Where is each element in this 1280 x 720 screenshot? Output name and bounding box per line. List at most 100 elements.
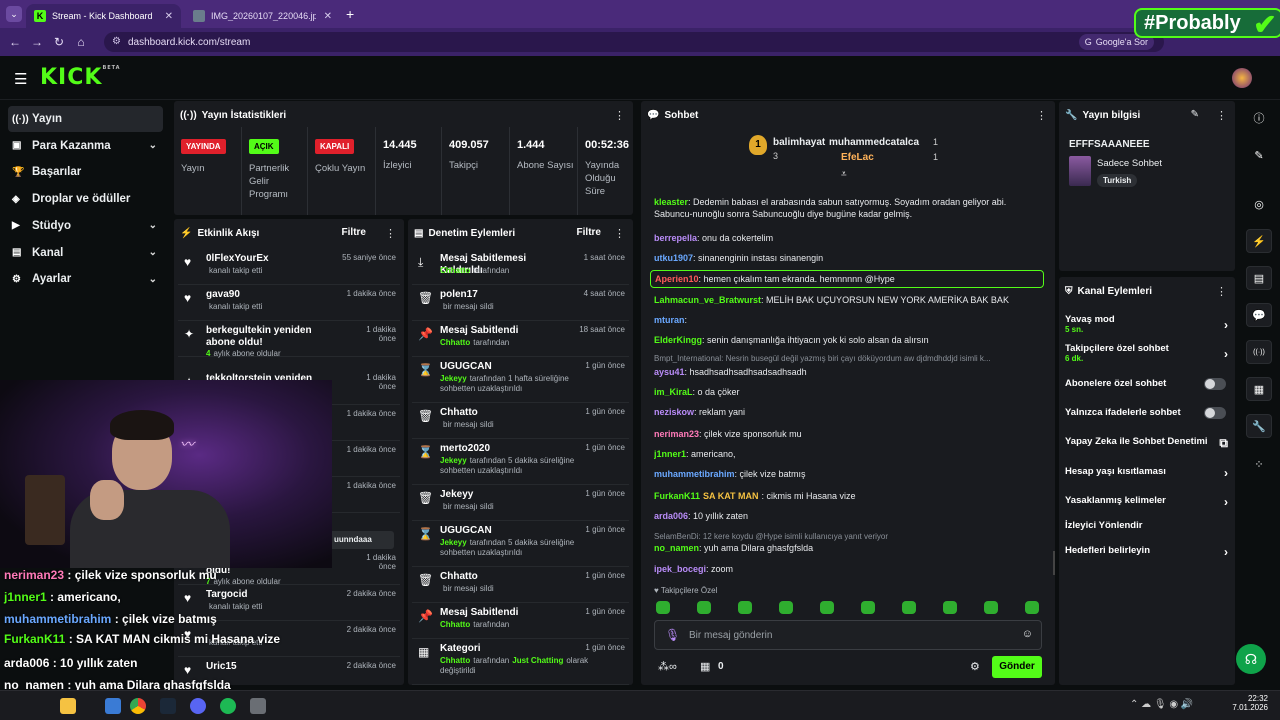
bolt-icon[interactable]: ⚡ xyxy=(1246,229,1272,253)
settings-icon[interactable] xyxy=(250,698,266,714)
reload-icon[interactable]: ↻ xyxy=(48,35,70,49)
moderator-name[interactable]: Chhatto xyxy=(440,656,470,665)
channel-action[interactable]: Yapay Zeka ile Sohbet Denetimi ⧉ xyxy=(1065,436,1230,450)
top-gifter-name[interactable]: balimhayat xyxy=(773,137,825,148)
info-icon[interactable]: ⓘ xyxy=(1246,106,1272,130)
microphone-icon[interactable]: 🎙 xyxy=(665,628,680,642)
chat-message[interactable]: FurkanK11 SA KAT MAN: cikmis mi Hasana vi… xyxy=(654,490,1046,502)
filter-button[interactable]: Filtre xyxy=(577,227,601,238)
chevron-right-icon[interactable]: › xyxy=(1224,495,1228,509)
chat-message[interactable]: ElderKingg: senin danışmanlığa ihtiyacın… xyxy=(654,334,1046,346)
emote-icon[interactable] xyxy=(779,601,793,614)
chat-username[interactable]: ElderKingg xyxy=(654,335,702,345)
url-field[interactable]: ⚙ dashboard.kick.com/stream G Google'a So… xyxy=(104,32,1164,52)
tab-kick-dashboard[interactable]: K Stream - Kick Dashboard ✕ xyxy=(26,4,181,28)
edit-icon[interactable]: ✎ xyxy=(1191,109,1199,120)
steam-icon[interactable] xyxy=(160,698,176,714)
expand-icon[interactable]: ⩡ xyxy=(841,169,847,180)
chat-username[interactable]: Lahmacun_ve_Bratwurst xyxy=(654,295,761,305)
channel-action[interactable]: Abonelere özel sohbet xyxy=(1065,378,1230,390)
back-icon[interactable]: ← xyxy=(4,35,26,49)
chat-input[interactable]: 🎙 Bir mesaj gönderin ☺ xyxy=(654,620,1042,650)
chat-username[interactable]: arda006 xyxy=(654,511,688,521)
emote-icon[interactable] xyxy=(1025,601,1039,614)
avatar[interactable] xyxy=(1232,68,1252,88)
chat-message[interactable]: muhammetibrahim: çilek vize batmış xyxy=(654,468,1046,480)
chat-message[interactable]: ipek_bocegi: zoom xyxy=(654,563,1046,575)
kick-logo[interactable]: KICKBETA xyxy=(40,65,121,90)
chat-message[interactable]: neziskow: reklam yani xyxy=(654,406,1046,418)
channel-action[interactable]: Hesap yaşı kısıtlaması › xyxy=(1065,466,1230,480)
close-tab-icon[interactable]: ✕ xyxy=(165,11,173,22)
chevron-right-icon[interactable]: › xyxy=(1224,466,1228,480)
chat-icon[interactable]: 💬 xyxy=(1246,303,1272,327)
emote-icon[interactable] xyxy=(984,601,998,614)
chevron-right-icon[interactable]: › xyxy=(1224,318,1228,332)
send-button[interactable]: Gönder xyxy=(992,656,1042,678)
document-icon[interactable]: ▤ xyxy=(1246,266,1272,290)
folder-icon[interactable] xyxy=(60,698,76,714)
activity-item[interactable]: ✦ berkegultekin yeniden abone oldu! 4 aylık… xyxy=(178,321,400,358)
site-info-icon[interactable]: ⚙ xyxy=(112,36,121,47)
moderation-item[interactable]: 🗑 Chhatto bir mesajı sildi 1 gün önce xyxy=(412,567,629,603)
chevron-right-icon[interactable]: › xyxy=(1224,347,1228,361)
chat-username[interactable]: aysu41 xyxy=(654,367,685,377)
moderation-item[interactable]: ⌛ UGUGCAN Jekeyy tarafından 1 hafta süreliğ… xyxy=(412,357,629,403)
chat-username[interactable]: muhammetibrahim xyxy=(654,469,735,479)
chat-username[interactable]: kleaster xyxy=(654,197,688,207)
tray-icons[interactable]: ⌃ ☁ 🎙 ◉ 🔊 xyxy=(1130,699,1193,710)
moderator-name[interactable]: Chhatto xyxy=(440,266,470,275)
chat-username[interactable]: j1nner1 xyxy=(654,449,686,459)
moderation-item[interactable]: 🗑 Jekeyy bir mesajı sildi 1 gün önce xyxy=(412,485,629,521)
category-name[interactable]: Sadece Sohbet xyxy=(1097,158,1162,169)
emote-icon[interactable] xyxy=(697,601,711,614)
support-icon[interactable]: ☊ xyxy=(1236,644,1266,674)
sidebar-item-1[interactable]: ▣ Para Kazanma ⌄ xyxy=(8,133,163,159)
points-icon[interactable]: ⁂∞ xyxy=(658,660,677,673)
chat-username[interactable]: ipek_bocegi xyxy=(654,564,706,574)
channel-action[interactable]: Yalnızca ifadelerle sohbet xyxy=(1065,407,1230,419)
tab-search-button[interactable]: ⌄ xyxy=(6,6,22,22)
chat-scrollbar[interactable] xyxy=(1053,551,1055,575)
wrench-icon[interactable]: 🔧 xyxy=(1246,414,1272,438)
broadcast-icon[interactable]: ((·)) xyxy=(1246,340,1272,364)
moderation-item[interactable]: ⤓ Mesaj Sabitlemesi Kaldırıldı Chhatto tara… xyxy=(412,249,629,285)
more-icon[interactable]: ⋮ xyxy=(1036,109,1047,122)
chat-username[interactable]: neriman23 xyxy=(654,429,699,439)
filter-button[interactable]: Filtre xyxy=(342,227,366,238)
chrome-icon[interactable] xyxy=(130,698,146,714)
more-icon[interactable]: ⋮ xyxy=(614,109,625,122)
emote-icon[interactable] xyxy=(943,601,957,614)
home-icon[interactable]: ⌂ xyxy=(70,35,92,49)
more-icon[interactable]: ⋮ xyxy=(385,227,396,240)
chat-username[interactable]: utku1907 xyxy=(654,253,693,263)
sidebar-item-5[interactable]: ▤ Kanal ⌄ xyxy=(8,240,163,266)
chat-username[interactable]: mturan xyxy=(654,315,685,325)
chat-username[interactable]: berrepella xyxy=(654,233,697,243)
sidebar-item-3[interactable]: ◈ Droplar ve ödüller xyxy=(8,186,163,212)
chevron-right-icon[interactable]: › xyxy=(1224,545,1228,559)
chat-message[interactable]: neriman23: çilek vize sponsorluk mu xyxy=(654,428,1046,440)
moderation-item[interactable]: ⌛ merto2020 Jekeyy tarafından 5 dakika süre… xyxy=(412,439,629,485)
moderation-item[interactable]: 📌 Mesaj Sabitlendi Chhatto tarafından 18 saa… xyxy=(412,321,629,357)
chat-username[interactable]: FurkanK11 xyxy=(654,491,700,501)
chevron-down-icon[interactable]: ⌄ xyxy=(149,274,157,285)
chat-message[interactable]: j1nner1: americano, xyxy=(654,448,1046,460)
store-icon[interactable] xyxy=(105,698,121,714)
emote-icon[interactable] xyxy=(656,601,670,614)
moderation-item[interactable]: ▦ Kategori Chhatto tarafından Just Chatting o… xyxy=(412,639,629,685)
moderation-item[interactable]: 🗑 polen17 bir mesajı sildi 4 saat önce xyxy=(412,285,629,321)
sidebar-item-2[interactable]: 🏆 Başarılar xyxy=(8,159,163,185)
moderator-name[interactable]: Chhatto xyxy=(440,338,470,347)
moderator-name[interactable]: Jekeyy xyxy=(440,374,467,383)
chat-message[interactable]: Aperien10: hemen çıkalım tam ekranda. he… xyxy=(650,270,1044,288)
external-link-icon[interactable]: ⧉ xyxy=(1219,436,1228,451)
chat-message[interactable]: Lahmacun_ve_Bratwurst: MELİH BAK UÇUYORS… xyxy=(654,294,1046,306)
channel-action[interactable]: Yavaş mod 5 sn. › xyxy=(1065,314,1230,334)
emote-icon[interactable] xyxy=(738,601,752,614)
moderator-name[interactable]: Jekeyy xyxy=(440,456,467,465)
sidebar-item-4[interactable]: ▶ Stüdyo ⌄ xyxy=(8,213,163,239)
moderation-item[interactable]: ⌛ UGUGCAN Jekeyy tarafından 5 dakika süreli… xyxy=(412,521,629,567)
activity-item[interactable]: ♥ 0lFlexYourEx kanalı takip etti 55 saniye … xyxy=(178,249,400,285)
emote-icon[interactable] xyxy=(820,601,834,614)
